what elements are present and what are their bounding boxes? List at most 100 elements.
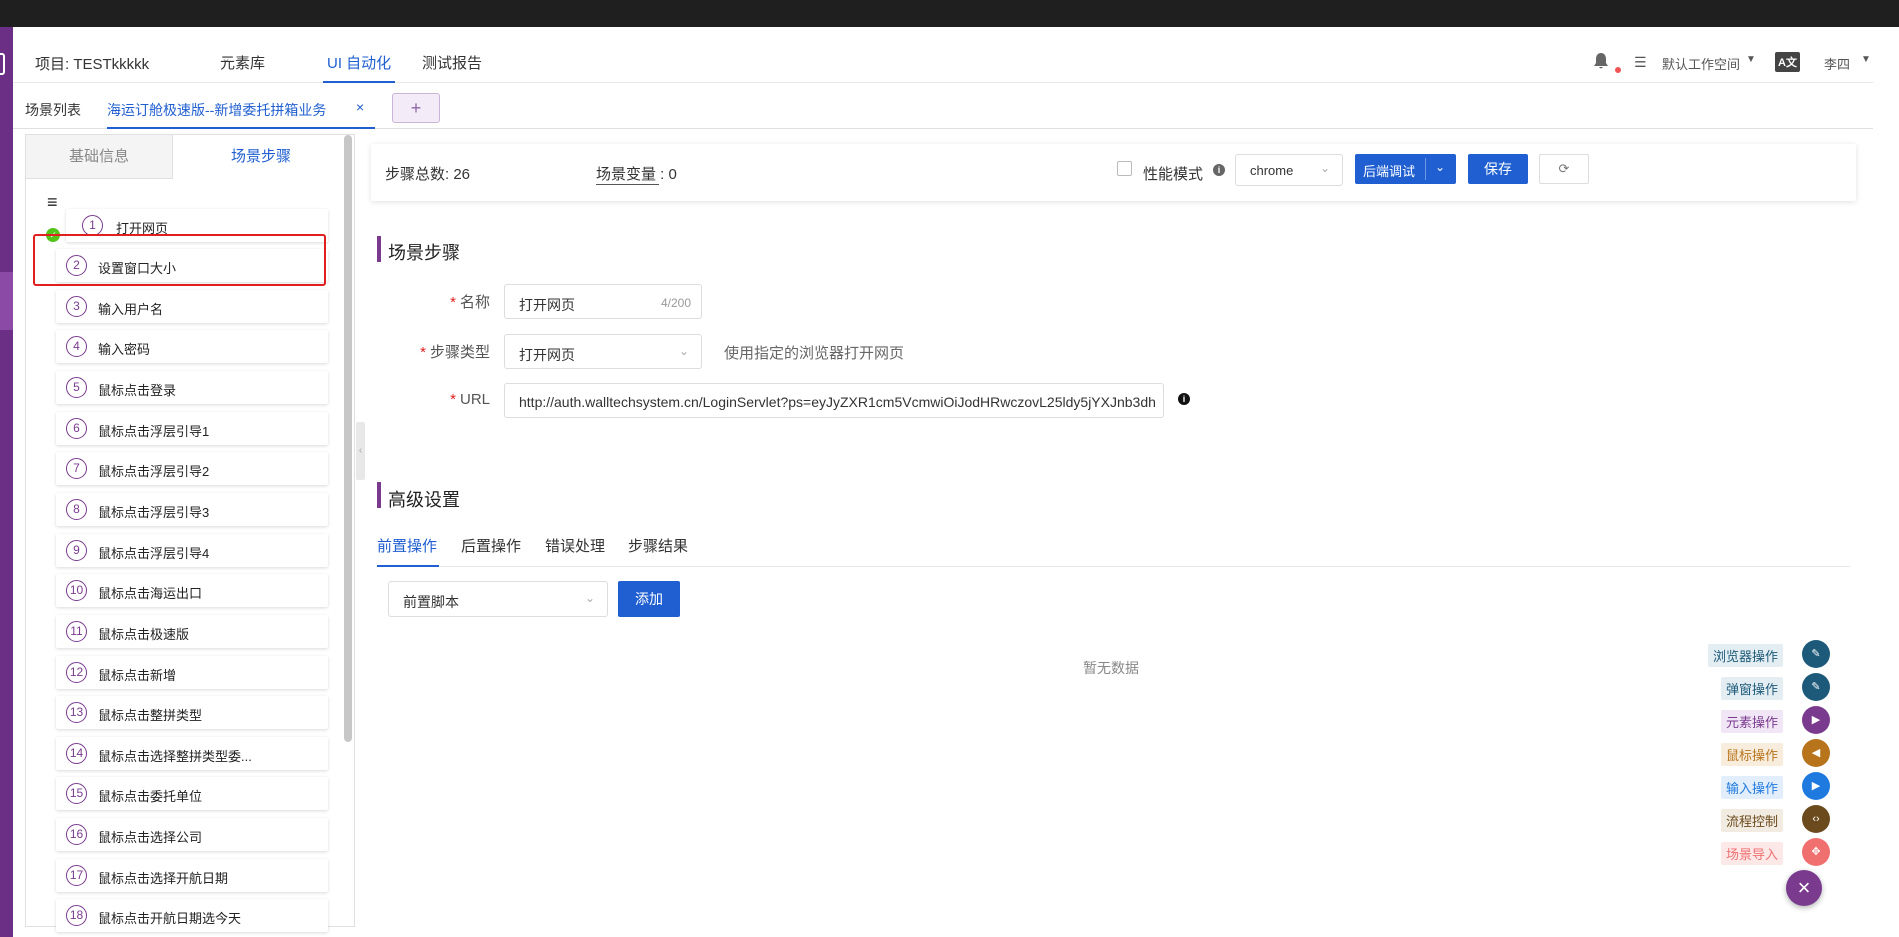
pre-script-select[interactable]: 前置脚本 ⌄ [388,581,608,617]
step-item[interactable]: 11 鼠标点击极速版 [56,615,328,648]
tab-pre-actions[interactable]: 前置操作 [377,535,437,556]
close-fab-button[interactable]: × [1786,870,1822,906]
step-item[interactable]: 6 鼠标点击浮层引导1 [56,412,328,445]
action-icon[interactable]: ▶ [1802,772,1830,800]
step-label: 鼠标点击选择公司 [98,830,203,845]
project-selector[interactable]: 项目: TESTkkkkk [35,53,149,74]
performance-mode-checkbox[interactable] [1117,161,1132,176]
step-item[interactable]: 9 鼠标点击浮层引导4 [56,534,328,567]
step-number: 18 [66,905,87,926]
step-label: 鼠标点击浮层引导2 [98,464,210,479]
tab-basic-info[interactable]: 基础信息 [26,135,173,179]
tab-step-result[interactable]: 步骤结果 [628,535,688,556]
name-input[interactable]: 打开网页 4/200 [504,284,702,319]
browser-select[interactable]: chrome ⌄ [1235,154,1343,186]
step-label: 输入密码 [98,342,151,357]
fab-item[interactable]: 场景导入 ✥ [1690,838,1830,866]
user-menu[interactable]: 李四 [1824,54,1850,73]
step-label: 输入用户名 [98,302,164,317]
step-item[interactable]: 16 鼠标点击选择公司 [56,818,328,851]
step-item[interactable]: 5 鼠标点击登录 [56,371,328,404]
nav-test-report[interactable]: 测试报告 [422,52,482,73]
sidebar-item-ui-automation[interactable] [0,272,13,330]
url-input[interactable]: http://auth.walltechsystem.cn/LoginServl… [504,383,1164,418]
bell-icon[interactable] [1593,52,1609,70]
scene-variables-underline [596,184,659,185]
tab-post-actions[interactable]: 后置操作 [461,535,521,556]
caret-down-icon[interactable]: ▼ [1861,54,1871,65]
action-icon[interactable]: ▶ [1802,706,1830,734]
info-icon[interactable]: i [1178,393,1190,405]
fab-item[interactable]: 浏览器操作 ✎ [1690,640,1830,668]
step-item[interactable]: 3 输入用户名 [56,290,328,323]
section-marker [377,482,381,508]
step-item[interactable]: 4 输入密码 [56,330,328,363]
advanced-tabs: 前置操作 后置操作 错误处理 步骤结果 [377,532,1850,567]
close-icon[interactable]: × [356,99,364,115]
fab-item[interactable]: 鼠标操作 ◀ [1690,739,1830,767]
step-type-select[interactable]: 打开网页 ⌄ [504,334,702,369]
fab-item[interactable]: 流程控制 ‹› [1690,805,1830,833]
caret-down-icon[interactable]: ▼ [1746,54,1756,65]
workspace-selector[interactable]: 默认工作空间 [1662,54,1740,73]
fab-item[interactable]: 元素操作 ▶ [1690,706,1830,734]
nav-element-library[interactable]: 元素库 [220,52,265,73]
step-number: 16 [66,824,87,845]
fab-label[interactable]: 鼠标操作 [1720,743,1783,766]
chevron-down-icon[interactable]: ⌄ [1435,160,1445,174]
fab-label[interactable]: 浏览器操作 [1707,644,1783,667]
add-tab-button[interactable]: + [392,93,440,123]
action-icon[interactable]: ✎ [1802,673,1830,701]
collapse-handle[interactable]: ‹ [356,422,365,480]
left-sidebar [0,27,13,937]
nav-ui-automation[interactable]: UI 自动化 [327,52,391,73]
refresh-button[interactable]: ⟳ [1539,154,1589,184]
fab-label[interactable]: 场景导入 [1720,842,1783,865]
fab-label[interactable]: 流程控制 [1720,809,1783,832]
action-icon[interactable]: ‹› [1802,805,1830,833]
step-item[interactable]: 8 鼠标点击浮层引导3 [56,493,328,526]
scene-variables-link[interactable]: 场景变量 : 0 [596,163,677,184]
step-item[interactable]: 18 鼠标点击开航日期选今天 [56,899,328,932]
top-nav: 项目: TESTkkkkk ⌄ 元素库 UI 自动化 测试报告 ☰ 默认工作空间… [13,39,1873,83]
fab-label[interactable]: 元素操作 [1720,710,1783,733]
menu-icon[interactable]: ≡ [47,192,58,213]
step-item[interactable]: 7 鼠标点击浮层引导2 [56,452,328,485]
char-count: 4/200 [660,296,691,310]
fab-label[interactable]: 输入操作 [1720,776,1783,799]
tab-scene-steps[interactable]: 场景步骤 [173,135,349,179]
tab-scene-list[interactable]: 场景列表 [25,100,81,120]
step-item[interactable]: 17 鼠标点击选择开航日期 [56,859,328,892]
action-icon[interactable]: ◀ [1802,739,1830,767]
tab-error-handling[interactable]: 错误处理 [545,535,605,556]
add-button[interactable]: 添加 [618,581,680,617]
step-number: 6 [66,418,87,439]
notification-dot [1615,67,1621,73]
step-item[interactable]: 15 鼠标点击委托单位 [56,777,328,810]
save-button[interactable]: 保存 [1468,154,1528,184]
fab-item[interactable]: 弹窗操作 ✎ [1690,673,1830,701]
tab-active-underline [107,127,375,129]
step-label: 鼠标点击极速版 [98,627,190,642]
chevron-down-icon: ⌄ [1320,161,1331,175]
tab-current-scene[interactable]: 海运订舱极速版--新增委托拼箱业务 [107,100,326,120]
chevron-down-icon: ⌄ [584,591,595,605]
logo-icon [0,53,5,75]
backend-debug-label: 后端调试 [1363,164,1416,179]
translate-icon[interactable]: A文 [1775,52,1800,72]
step-number: 7 [66,458,87,479]
step-item[interactable]: 10 鼠标点击海运出口 [56,574,328,607]
action-icon[interactable]: ✎ [1802,640,1830,668]
scrollbar[interactable] [344,135,352,742]
step-number: 13 [66,702,87,723]
step-item[interactable]: 13 鼠标点击整拼类型 [56,696,328,729]
fab-label[interactable]: 弹窗操作 [1720,677,1783,700]
backend-debug-button[interactable]: 后端调试 ⌄ [1355,154,1456,184]
fab-item[interactable]: 输入操作 ▶ [1690,772,1830,800]
step-item[interactable]: 12 鼠标点击新增 [56,656,328,689]
action-icon[interactable]: ✥ [1802,838,1830,866]
info-icon[interactable]: i [1213,164,1225,176]
list-icon[interactable]: ☰ [1634,54,1647,71]
name-value: 打开网页 [519,297,575,313]
step-item[interactable]: 14 鼠标点击选择整拼类型委... [56,737,328,770]
